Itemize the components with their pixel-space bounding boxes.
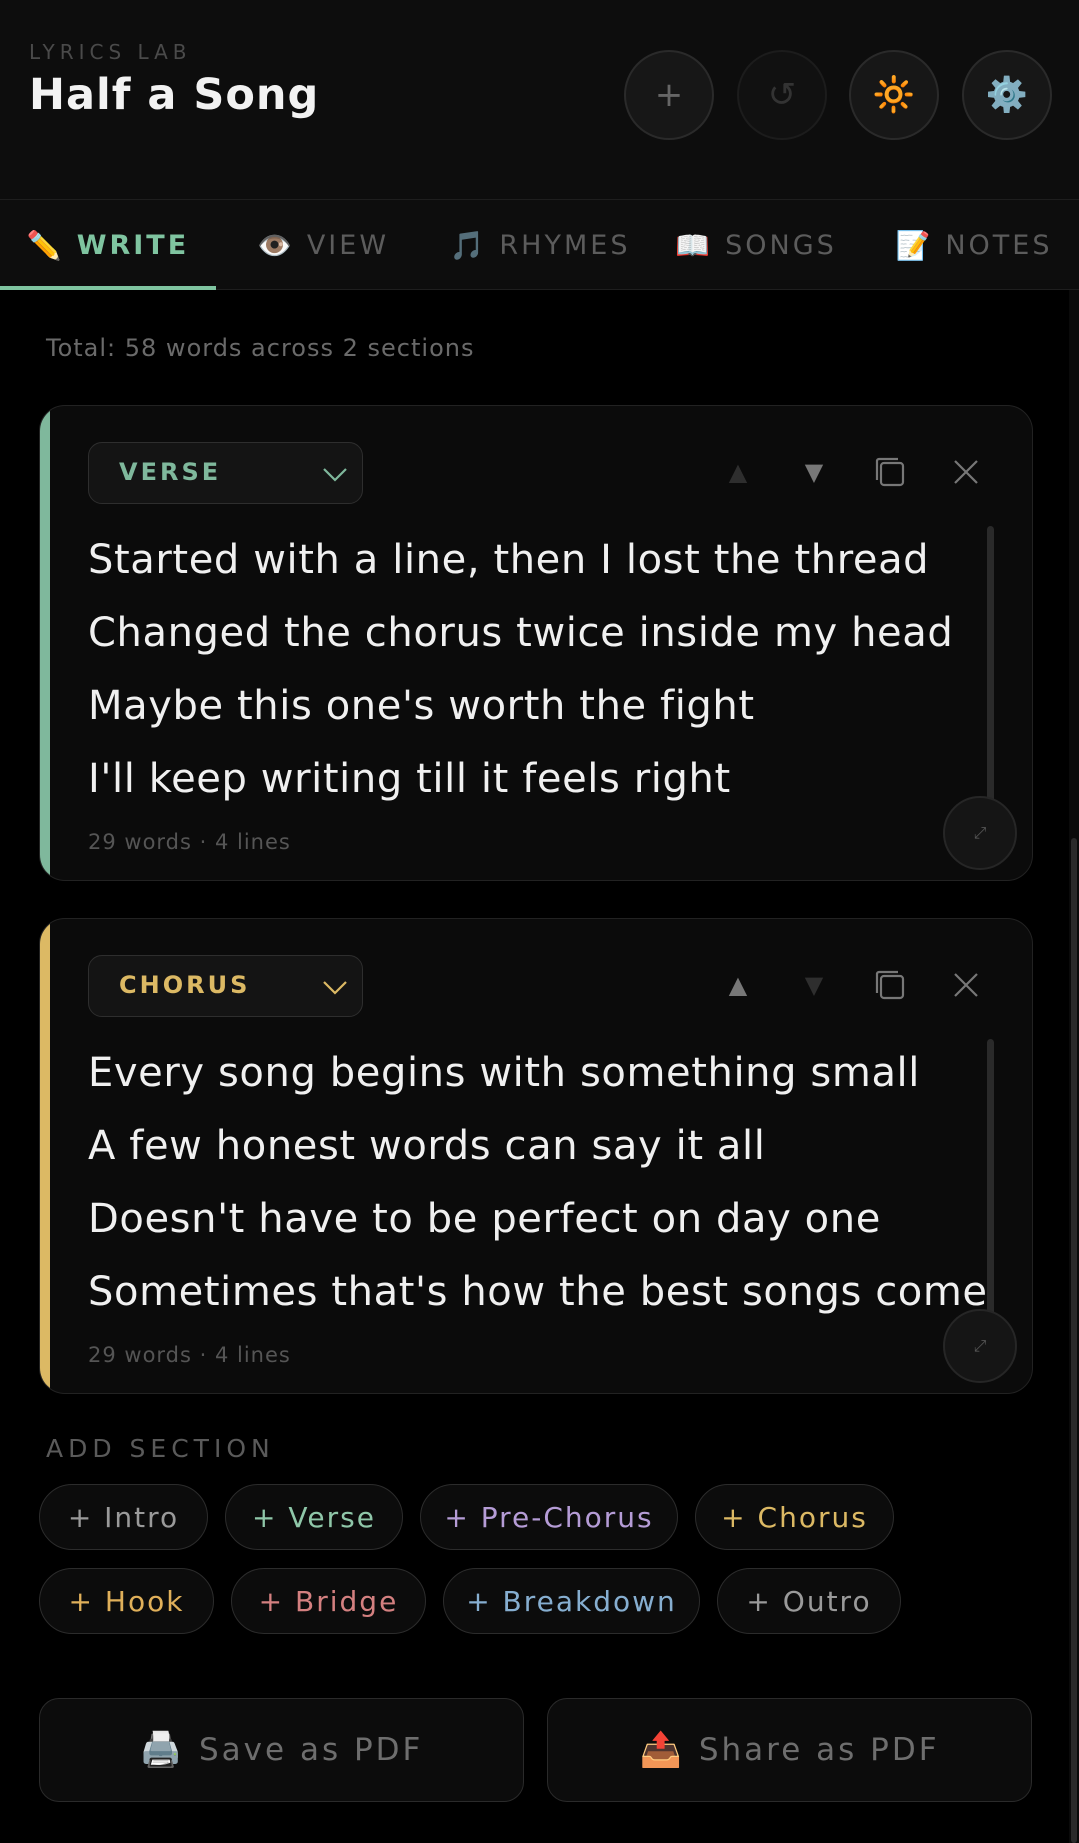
app-header: LYRICS LAB Half a Song + ↺ 🔆 ⚙️ bbox=[0, 0, 1079, 200]
lyrics-textarea[interactable]: Every song begins with something small A… bbox=[88, 1037, 988, 1329]
section-type-label: VERSE bbox=[119, 458, 222, 486]
share-as-pdf-label: Share as PDF bbox=[698, 1732, 940, 1768]
section-type-select[interactable]: VERSE bbox=[88, 442, 363, 504]
tab-label: RHYMES bbox=[499, 229, 631, 261]
lyric-line: Doesn't have to be perfect on day one bbox=[88, 1196, 881, 1242]
copy-icon bbox=[875, 970, 905, 1000]
lyric-line: A few honest words can say it all bbox=[88, 1123, 766, 1169]
section-type-label: CHORUS bbox=[119, 971, 251, 999]
textarea-scrollbar[interactable] bbox=[987, 526, 994, 816]
add-intro-button[interactable]: + Intro bbox=[39, 1484, 208, 1550]
save-as-pdf-label: Save as PDF bbox=[199, 1732, 424, 1768]
eye-icon: 👁️ bbox=[256, 228, 295, 262]
settings-button[interactable]: ⚙️ bbox=[962, 50, 1052, 140]
section-type-select[interactable]: CHORUS bbox=[88, 955, 363, 1017]
delete-section-button[interactable] bbox=[942, 961, 990, 1009]
tab-write[interactable]: ✏️ WRITE bbox=[0, 200, 216, 290]
lyric-line: I'll keep writing till it feels right bbox=[88, 756, 731, 802]
add-breakdown-button[interactable]: + Breakdown bbox=[443, 1568, 700, 1634]
chevron-down-icon bbox=[323, 468, 347, 482]
section-accent-bar bbox=[40, 919, 50, 1393]
move-down-button[interactable]: ▼ bbox=[790, 448, 838, 496]
pencil-icon: ✏️ bbox=[26, 228, 65, 262]
gear-icon: ⚙️ bbox=[985, 75, 1029, 115]
scrollbar-thumb[interactable] bbox=[1071, 838, 1077, 1843]
add-song-button[interactable]: + bbox=[624, 50, 714, 140]
book-icon: 📖 bbox=[675, 228, 714, 262]
music-note-icon: 🎵 bbox=[449, 228, 488, 262]
copy-icon bbox=[875, 457, 905, 487]
expand-icon: ⤢ bbox=[973, 823, 987, 842]
printer-icon: 🖨️ bbox=[139, 1730, 185, 1770]
delete-section-button[interactable] bbox=[942, 448, 990, 496]
outbox-icon: 📤 bbox=[639, 1730, 685, 1770]
lyric-section-chorus: CHORUS ▲ ▼ Every song begins with someth… bbox=[39, 918, 1033, 1394]
duplicate-button[interactable] bbox=[866, 448, 914, 496]
add-outro-button[interactable]: + Outro bbox=[717, 1568, 901, 1634]
section-stats: 29 words · 4 lines bbox=[88, 830, 291, 854]
close-icon bbox=[954, 973, 978, 997]
tab-view[interactable]: 👁️ VIEW bbox=[230, 200, 416, 290]
tab-notes[interactable]: 📝 NOTES bbox=[886, 200, 1062, 290]
move-up-button[interactable]: ▲ bbox=[714, 961, 762, 1009]
lyric-line: Every song begins with something small bbox=[88, 1050, 920, 1096]
tab-songs[interactable]: 📖 SONGS bbox=[668, 200, 844, 290]
lyric-line: Maybe this one's worth the fight bbox=[88, 683, 755, 729]
move-up-button[interactable]: ▲ bbox=[714, 448, 762, 496]
tab-label: VIEW bbox=[306, 229, 390, 261]
arrow-down-icon: ▼ bbox=[804, 971, 824, 999]
arrow-up-icon: ▲ bbox=[728, 971, 748, 999]
section-accent-bar bbox=[40, 406, 50, 880]
add-chorus-button[interactable]: + Chorus bbox=[695, 1484, 894, 1550]
undo-button[interactable]: ↺ bbox=[737, 50, 827, 140]
sun-icon: 🔆 bbox=[872, 75, 916, 115]
duplicate-button[interactable] bbox=[866, 961, 914, 1009]
resize-handle[interactable]: ⤢ bbox=[943, 796, 1017, 870]
add-pre-chorus-button[interactable]: + Pre-Chorus bbox=[420, 1484, 678, 1550]
add-verse-button[interactable]: + Verse bbox=[225, 1484, 403, 1550]
app-brand: LYRICS LAB bbox=[29, 40, 192, 64]
close-icon bbox=[954, 460, 978, 484]
add-section-heading: ADD SECTION bbox=[46, 1434, 275, 1463]
tab-bar: ✏️ WRITE 👁️ VIEW 🎵 RHYMES 📖 SONGS 📝 NOTE… bbox=[0, 200, 1079, 290]
memo-icon: 📝 bbox=[895, 228, 934, 262]
arrow-up-icon: ▲ bbox=[728, 458, 748, 486]
chevron-down-icon bbox=[323, 981, 347, 995]
lyrics-textarea[interactable]: Started with a line, then I lost the thr… bbox=[88, 524, 968, 816]
lyric-line: Sometimes that's how the best songs come bbox=[88, 1269, 988, 1315]
tab-label: SONGS bbox=[725, 229, 837, 261]
save-as-pdf-button[interactable]: 🖨️ Save as PDF bbox=[39, 1698, 524, 1802]
add-hook-button[interactable]: + Hook bbox=[39, 1568, 214, 1634]
lyric-section-verse: VERSE ▲ ▼ Started with a line, then I lo… bbox=[39, 405, 1033, 881]
page-scrollbar[interactable] bbox=[1069, 290, 1079, 1843]
plus-icon: + bbox=[654, 75, 684, 115]
expand-icon: ⤢ bbox=[973, 1336, 987, 1355]
lyric-line: Started with a line, then I lost the thr… bbox=[88, 537, 930, 583]
move-down-button[interactable]: ▼ bbox=[790, 961, 838, 1009]
arrow-down-icon: ▼ bbox=[804, 458, 824, 486]
lyric-line: Changed the chorus twice inside my head bbox=[88, 610, 954, 656]
add-bridge-button[interactable]: + Bridge bbox=[231, 1568, 426, 1634]
resize-handle[interactable]: ⤢ bbox=[943, 1309, 1017, 1383]
undo-icon: ↺ bbox=[767, 75, 797, 115]
word-count-summary: Total: 58 words across 2 sections bbox=[46, 334, 475, 362]
section-stats: 29 words · 4 lines bbox=[88, 1343, 291, 1367]
song-title[interactable]: Half a Song bbox=[29, 70, 319, 120]
share-as-pdf-button[interactable]: 📤 Share as PDF bbox=[547, 1698, 1032, 1802]
tab-label: NOTES bbox=[945, 229, 1053, 261]
theme-toggle-button[interactable]: 🔆 bbox=[849, 50, 939, 140]
tab-label: WRITE bbox=[76, 229, 190, 261]
textarea-scrollbar[interactable] bbox=[987, 1039, 994, 1329]
tab-rhymes[interactable]: 🎵 RHYMES bbox=[440, 200, 640, 290]
